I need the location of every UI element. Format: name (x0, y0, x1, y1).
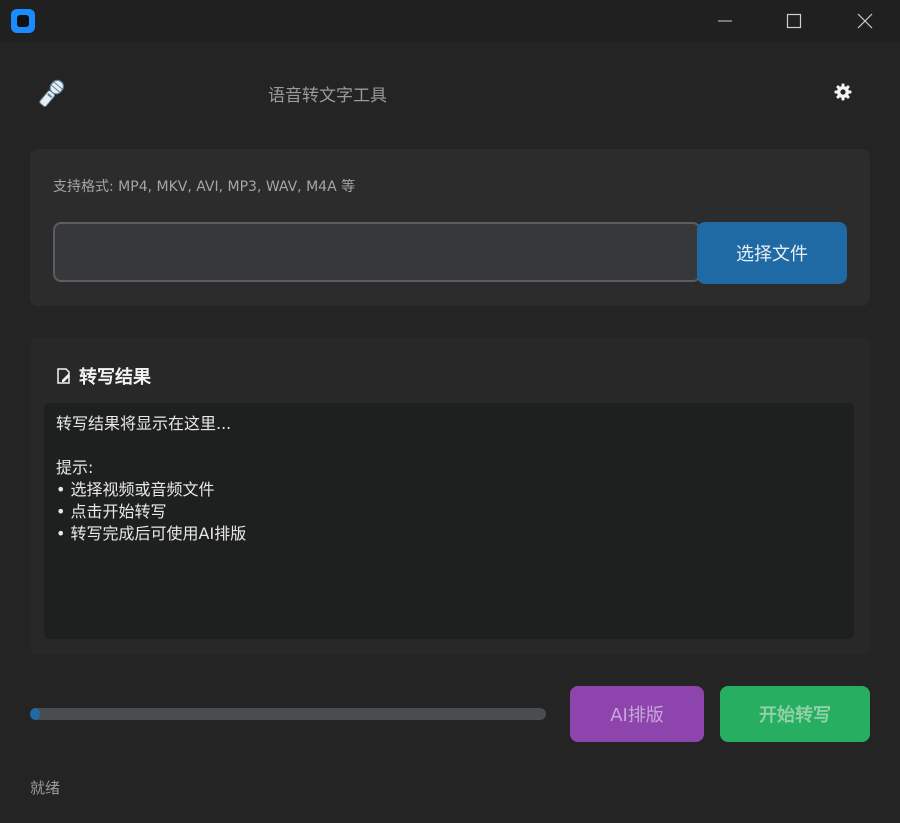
progress-bar (30, 708, 546, 720)
minimize-icon (718, 20, 732, 22)
microphone-icon (39, 79, 65, 107)
app-window: 语音转文字工具 支持格式: MP4, MKV, AVI, MP3, WAV, M… (0, 0, 900, 823)
file-path-input[interactable] (53, 222, 701, 282)
minimize-button[interactable] (702, 0, 748, 42)
title-bar (0, 0, 900, 42)
maximize-button[interactable] (771, 0, 817, 42)
result-header: 转写结果 (55, 363, 151, 389)
maximize-icon (786, 13, 802, 29)
app-icon (11, 9, 35, 33)
choose-file-button[interactable]: 选择文件 (697, 222, 847, 284)
close-button[interactable] (842, 0, 888, 42)
gear-icon[interactable] (833, 82, 853, 102)
edit-document-icon (57, 368, 70, 384)
start-transcribe-button[interactable]: 开始转写 (720, 686, 870, 742)
app-title: 语音转文字工具 (268, 86, 387, 106)
result-title: 转写结果 (79, 367, 151, 388)
supported-formats-label: 支持格式: MP4, MKV, AVI, MP3, WAV, M4A 等 (53, 179, 356, 195)
progress-fill (30, 708, 41, 720)
status-text: 就绪 (30, 779, 61, 797)
ai-format-button[interactable]: AI排版 (570, 686, 704, 742)
close-icon (857, 13, 873, 29)
result-panel: 转写结果 转写结果将显示在这里... 提示: • 选择视频或音频文件 • 点击开… (30, 337, 870, 655)
result-textbox[interactable]: 转写结果将显示在这里... 提示: • 选择视频或音频文件 • 点击开始转写 •… (44, 403, 854, 639)
file-panel: 支持格式: MP4, MKV, AVI, MP3, WAV, M4A 等 选择文… (30, 149, 870, 306)
